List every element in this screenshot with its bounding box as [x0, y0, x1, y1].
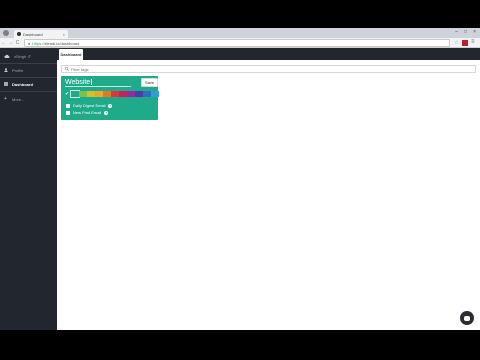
sidebar: zSingh ↺ Profile Dashboard + More...	[0, 48, 57, 330]
browser-profile-icon[interactable]	[3, 30, 9, 36]
card-title-text: Website	[65, 78, 91, 86]
color-swatch[interactable]	[87, 91, 95, 97]
browser-toolbar: ← → C ● https:// steadi.io/dashboard ☆ ≡	[0, 38, 480, 48]
color-swatch[interactable]	[95, 91, 103, 97]
daily-digest-option[interactable]: Daily Digest Email ?	[66, 103, 113, 108]
address-bar[interactable]: ● https:// steadi.io/dashboard	[24, 39, 450, 47]
color-swatch[interactable]	[143, 91, 151, 97]
card-title-input[interactable]: Website	[65, 78, 131, 87]
browser-tab-bar: Dashboard × – □ ×	[0, 28, 480, 38]
daily-digest-checkbox[interactable]	[66, 103, 70, 108]
option-label: Daily Digest Email	[73, 103, 106, 108]
sidebar-item-label: Dashboard	[12, 81, 33, 87]
sidebar-item-more[interactable]: + More...	[0, 93, 57, 105]
color-swatch[interactable]	[103, 91, 111, 97]
bookmark-star-icon[interactable]: ☆	[454, 40, 458, 46]
maximize-button[interactable]: □	[464, 29, 467, 35]
chat-launcher-button[interactable]	[460, 311, 474, 325]
back-button[interactable]: ←	[0, 40, 7, 46]
color-swatch[interactable]	[151, 91, 159, 97]
sidebar-item-account[interactable]: zSingh ↺	[0, 50, 57, 62]
browser-tab[interactable]: Dashboard ×	[14, 30, 68, 38]
new-post-option[interactable]: New Post Email ?	[66, 110, 109, 115]
tab-favicon-icon	[17, 32, 21, 36]
color-swatch[interactable]	[119, 91, 127, 97]
help-icon[interactable]: ?	[108, 103, 113, 108]
color-palette: ✔	[65, 90, 159, 98]
filter-tags-input[interactable]	[71, 66, 451, 72]
chat-bubble-icon	[464, 315, 470, 321]
help-icon[interactable]: ?	[104, 110, 109, 115]
sidebar-item-label: Profile	[12, 67, 24, 73]
new-post-checkbox[interactable]	[66, 110, 70, 115]
sidebar-item-profile[interactable]: Profile	[0, 64, 57, 76]
tab-dashboard[interactable]: Dashboard	[59, 49, 83, 60]
url-text: steadi.io/dashboard	[44, 40, 80, 46]
color-swatch-selected[interactable]	[70, 90, 80, 98]
main-content: Dashboard Website Save ✔	[57, 48, 480, 330]
plus-icon: +	[4, 96, 7, 102]
option-label: New Post Email	[73, 110, 102, 115]
user-icon	[4, 68, 8, 72]
text-cursor	[91, 79, 93, 85]
close-window-button[interactable]: ×	[473, 29, 476, 35]
sidebar-item-label: More...	[12, 96, 25, 102]
tab-close-icon[interactable]: ×	[63, 32, 65, 37]
tab-title: Dashboard	[23, 31, 43, 37]
content-tab-strip: Dashboard	[57, 48, 480, 60]
filter-bar[interactable]	[61, 65, 476, 73]
minimize-button[interactable]: –	[455, 29, 458, 35]
sidebar-item-label: zSingh ↺	[14, 53, 31, 59]
cloud-icon	[4, 54, 10, 58]
dashboard-icon	[4, 82, 8, 86]
color-swatch[interactable]	[79, 91, 87, 97]
lock-icon: ●	[28, 40, 31, 46]
color-swatch[interactable]	[127, 91, 135, 97]
reload-button[interactable]: C	[14, 40, 21, 46]
url-scheme: https://	[32, 40, 45, 46]
color-swatch[interactable]	[111, 91, 119, 97]
sidebar-divider	[0, 91, 57, 92]
search-icon	[65, 67, 69, 71]
save-button[interactable]: Save	[141, 78, 158, 87]
browser-menu-icon[interactable]: ≡	[471, 39, 475, 45]
forward-button[interactable]: →	[7, 40, 14, 46]
color-swatch[interactable]	[135, 91, 143, 97]
website-card: Website Save ✔ Daily Digest Email ? New …	[61, 76, 159, 120]
sidebar-item-dashboard[interactable]: Dashboard	[0, 78, 57, 90]
screen: Dashboard × – □ × ← → C ● https:// stead…	[0, 28, 480, 330]
window-controls: – □ ×	[455, 29, 476, 35]
extension-icon[interactable]	[462, 40, 468, 46]
